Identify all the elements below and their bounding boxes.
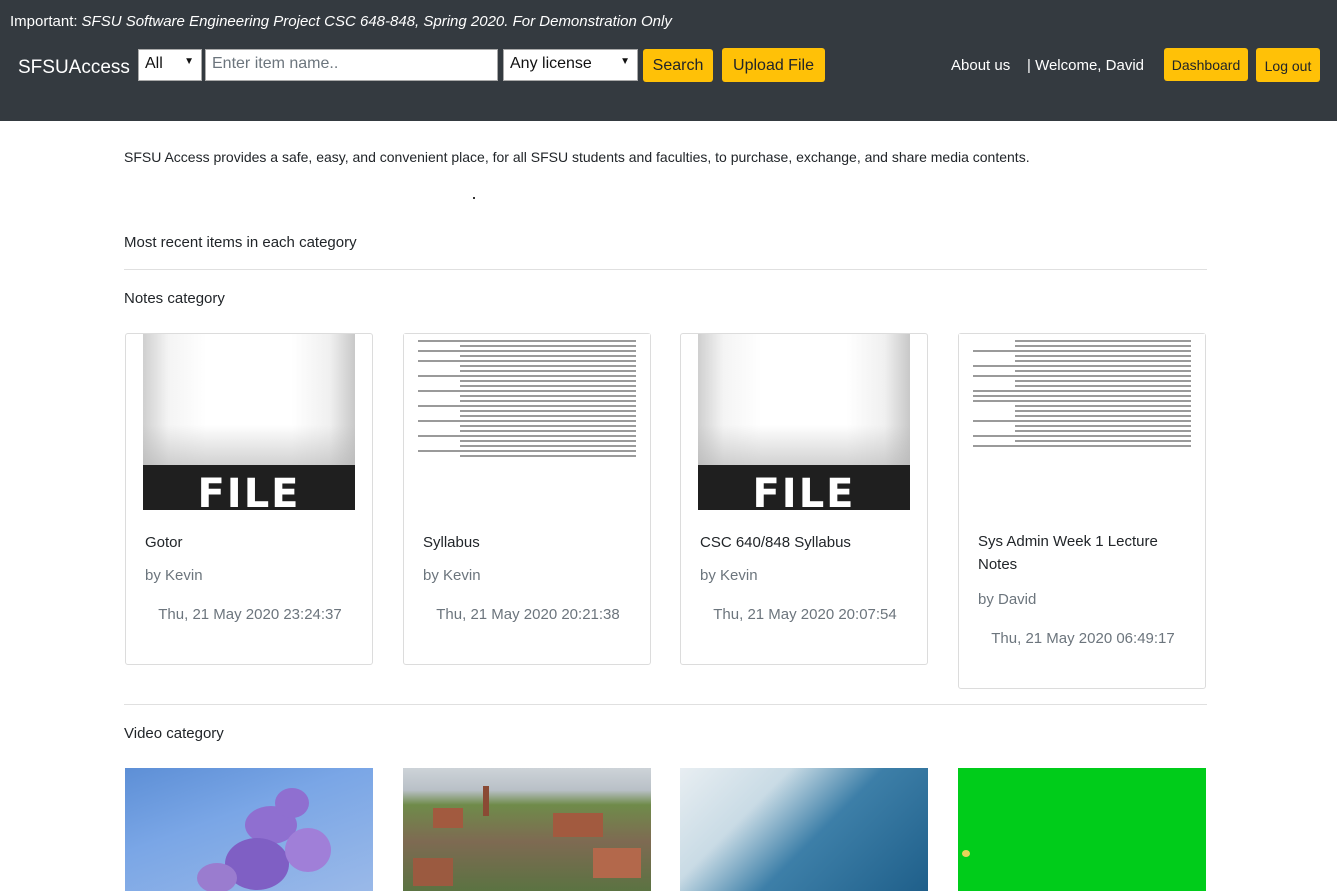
card-title[interactable]: Syllabus: [423, 531, 480, 554]
banner-label: Important:: [10, 13, 78, 30]
file-thumbnail[interactable]: FILE: [698, 334, 910, 510]
video-category-heading: Video category: [124, 725, 224, 742]
card-author: by Kevin: [423, 567, 481, 584]
intro-text: SFSU Access provides a safe, easy, and c…: [124, 149, 1030, 165]
note-card[interactable]: Sys Admin Week 1 Lecture Notes by David …: [958, 333, 1206, 689]
brand-logo[interactable]: SFSUAccess: [18, 57, 130, 79]
divider: [124, 269, 1207, 270]
stray-dot: [473, 197, 475, 199]
upload-file-button[interactable]: Upload File: [722, 48, 825, 82]
category-select-value: All: [145, 55, 163, 72]
note-card[interactable]: FILE Gotor by Kevin Thu, 21 May 2020 23:…: [125, 333, 373, 665]
card-date: Thu, 21 May 2020 06:49:17: [991, 630, 1175, 647]
video-thumbnail[interactable]: [403, 768, 651, 891]
note-card[interactable]: Syllabus by Kevin Thu, 21 May 2020 20:21…: [403, 333, 651, 665]
file-thumbnail[interactable]: FILE: [143, 334, 355, 510]
thumb-file-text: FILE: [752, 471, 856, 510]
card-author: by David: [978, 591, 1037, 608]
card-date: Thu, 21 May 2020 20:21:38: [436, 606, 620, 623]
license-select[interactable]: Any license ▼: [503, 49, 638, 81]
logout-button[interactable]: Log out: [1256, 48, 1320, 82]
about-us-link[interactable]: About us: [951, 57, 1010, 74]
note-card[interactable]: FILE CSC 640/848 Syllabus by Kevin Thu, …: [680, 333, 928, 665]
document-thumbnail[interactable]: [404, 334, 650, 510]
video-thumbnail[interactable]: [680, 768, 928, 891]
search-button[interactable]: Search: [643, 49, 713, 82]
card-title[interactable]: Gotor: [145, 531, 183, 554]
demo-banner: Important: SFSU Software Engineering Proj…: [10, 13, 672, 30]
thumb-band: FILE: [698, 465, 910, 510]
divider: [124, 704, 1207, 705]
category-select[interactable]: All ▼: [138, 49, 202, 81]
card-date: Thu, 21 May 2020 23:24:37: [158, 606, 342, 623]
thumb-file-text: FILE: [197, 471, 301, 510]
banner-text: SFSU Software Engineering Project CSC 64…: [81, 13, 672, 30]
thumb-shading: [143, 425, 355, 465]
dashboard-button[interactable]: Dashboard: [1164, 48, 1248, 81]
caret-down-icon: ▼: [620, 56, 630, 67]
notes-category-heading: Notes category: [124, 290, 225, 307]
thumb-band: FILE: [143, 465, 355, 510]
navbar: Important: SFSU Software Engineering Proj…: [0, 0, 1337, 121]
card-author: by Kevin: [700, 567, 758, 584]
caret-down-icon: ▼: [184, 56, 194, 67]
thumb-shading: [698, 425, 910, 465]
card-title[interactable]: CSC 640/848 Syllabus: [700, 531, 851, 554]
video-thumbnail[interactable]: [958, 768, 1206, 891]
search-input[interactable]: Enter item name..: [205, 49, 498, 81]
welcome-text: | Welcome, David: [1027, 57, 1144, 74]
document-thumbnail[interactable]: [959, 334, 1205, 510]
card-title[interactable]: Sys Admin Week 1 Lecture Notes: [978, 530, 1198, 576]
recent-items-heading: Most recent items in each category: [124, 234, 357, 251]
card-date: Thu, 21 May 2020 20:07:54: [713, 606, 897, 623]
card-author: by Kevin: [145, 567, 203, 584]
video-thumbnail[interactable]: [125, 768, 373, 891]
license-select-value: Any license: [510, 55, 592, 72]
